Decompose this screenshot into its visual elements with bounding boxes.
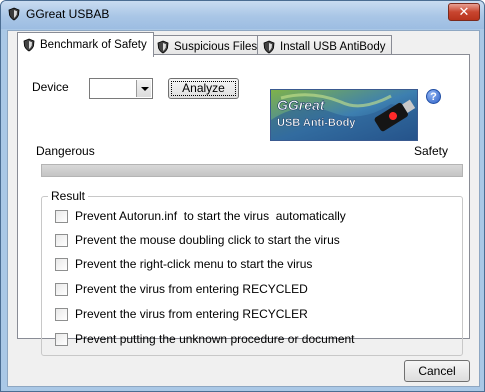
dangerous-label: Dangerous [36, 144, 95, 158]
result-group: Result Prevent Autorun.inf to start the … [41, 189, 463, 356]
checkbox[interactable] [55, 209, 68, 223]
analyze-button-label: Analyze [182, 81, 225, 95]
usb-antibody-logo: GGreat USB Anti-Body [270, 89, 418, 141]
check-label: Prevent the mouse doubling click to star… [75, 233, 340, 247]
checkbox[interactable] [55, 282, 68, 296]
close-button[interactable]: ✕ [448, 3, 480, 21]
logo-line2: USB Anti-Body [277, 117, 356, 129]
check-autorun[interactable]: Prevent Autorun.inf to start the virus a… [55, 208, 346, 224]
device-label: Device [32, 80, 69, 94]
safety-label: Safety [414, 144, 449, 158]
tab-label: Suspicious Files [174, 40, 258, 53]
checkbox[interactable] [55, 233, 68, 247]
check-label: Prevent the virus from entering RECYCLER [75, 307, 308, 321]
shield-icon [263, 40, 275, 53]
shield-icon [157, 40, 169, 53]
tab-label: Install USB AntiBody [280, 40, 386, 53]
chevron-down-icon[interactable] [136, 80, 151, 97]
checkbox[interactable] [55, 257, 68, 271]
analyze-button[interactable]: Analyze [168, 78, 239, 99]
shield-icon [23, 38, 35, 52]
check-label: Prevent the right-click menu to start th… [75, 257, 313, 271]
help-glyph: ? [430, 91, 437, 103]
tab-label: Benchmark of Safety [40, 39, 147, 51]
logo-line1: GGreat [277, 97, 326, 113]
check-label: Prevent the virus from entering RECYCLED [75, 282, 308, 296]
check-unknown-procedure[interactable]: Prevent putting the unknown procedure or… [55, 331, 355, 347]
shield-app-icon [8, 7, 20, 21]
window-title: GGreat USBAB [26, 7, 110, 21]
app-window: GGreat USBAB ✕ Benchmark of Safety Suspi… [0, 0, 485, 392]
result-title: Result [48, 189, 89, 203]
cancel-button[interactable]: Cancel [404, 360, 470, 382]
checkbox[interactable] [55, 307, 68, 321]
check-recycled[interactable]: Prevent the virus from entering RECYCLED [55, 281, 308, 297]
safety-progress-bar [41, 164, 463, 177]
check-recycler[interactable]: Prevent the virus from entering RECYCLER [55, 306, 308, 322]
dialog-body: Benchmark of Safety Suspicious Files Ins… [7, 30, 480, 387]
device-dropdown[interactable] [89, 78, 153, 99]
check-label: Prevent Autorun.inf to start the virus a… [75, 209, 346, 223]
close-icon: ✕ [458, 4, 470, 19]
check-right-click[interactable]: Prevent the right-click menu to start th… [55, 256, 312, 272]
check-double-click[interactable]: Prevent the mouse doubling click to star… [55, 232, 340, 248]
cancel-button-label: Cancel [418, 364, 456, 378]
checkbox[interactable] [55, 332, 68, 346]
help-icon[interactable]: ? [426, 89, 441, 104]
benchmark-panel: Device Analyze GGreat USB Anti-Body ? Da… [17, 54, 470, 356]
tab-benchmark-of-safety[interactable]: Benchmark of Safety [17, 32, 154, 57]
check-label: Prevent putting the unknown procedure or… [75, 332, 355, 346]
usb-antibody-logo-art: GGreat USB Anti-Body [271, 90, 417, 140]
title-bar[interactable]: GGreat USBAB ✕ [1, 1, 484, 29]
